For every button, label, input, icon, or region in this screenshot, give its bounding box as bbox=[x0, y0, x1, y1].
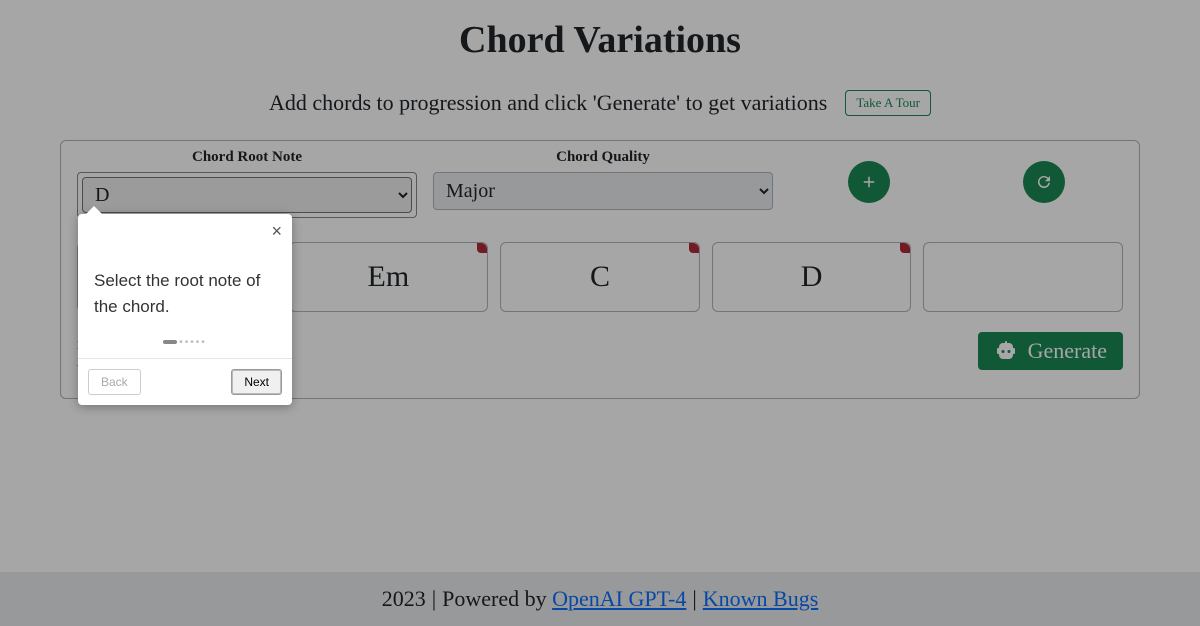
chord-quality-select[interactable]: Major bbox=[433, 172, 773, 210]
chord-slot[interactable]: C bbox=[500, 242, 700, 312]
footer-year: 2023 bbox=[382, 586, 426, 612]
chord-label: C bbox=[590, 260, 610, 294]
chord-slot[interactable]: Em bbox=[289, 242, 489, 312]
tour-text: Select the root note of the chord. bbox=[78, 214, 292, 331]
footer-link-bugs[interactable]: Known Bugs bbox=[703, 586, 819, 612]
generate-label: Generate bbox=[1028, 338, 1107, 364]
refresh-icon bbox=[1035, 173, 1053, 191]
chord-label: Em bbox=[368, 260, 410, 294]
footer: 2023 | Powered by OpenAI GPT-4 | Known B… bbox=[0, 572, 1200, 626]
robot-icon bbox=[994, 339, 1018, 363]
footer-powered: Powered by bbox=[442, 586, 546, 612]
root-note-select-highlight: D bbox=[77, 172, 417, 218]
chord-quality-label: Chord Quality bbox=[556, 149, 650, 166]
footer-link-openai[interactable]: OpenAI GPT-4 bbox=[552, 586, 686, 612]
add-chord-button[interactable] bbox=[848, 161, 890, 203]
remove-chord-button[interactable] bbox=[900, 243, 910, 253]
chord-label: D bbox=[801, 260, 823, 294]
tour-progress-dots: ••••• bbox=[78, 331, 292, 358]
remove-chord-button[interactable] bbox=[689, 243, 699, 253]
tour-back-button[interactable]: Back bbox=[88, 369, 141, 395]
root-note-label: Chord Root Note bbox=[192, 149, 302, 166]
tour-next-button[interactable]: Next bbox=[231, 369, 282, 395]
plus-icon bbox=[860, 173, 878, 191]
chord-slot[interactable] bbox=[923, 242, 1123, 312]
tour-popover: × Select the root note of the chord. •••… bbox=[78, 214, 292, 405]
take-tour-button[interactable]: Take A Tour bbox=[845, 90, 931, 116]
root-note-select[interactable]: D bbox=[82, 177, 412, 213]
tour-close-button[interactable]: × bbox=[271, 222, 282, 240]
generate-button[interactable]: Generate bbox=[978, 332, 1123, 370]
page-subtitle: Add chords to progression and click 'Gen… bbox=[269, 90, 827, 116]
remove-chord-button[interactable] bbox=[477, 243, 487, 253]
chord-slot[interactable]: D bbox=[712, 242, 912, 312]
reset-button[interactable] bbox=[1023, 161, 1065, 203]
page-title: Chord Variations bbox=[60, 18, 1140, 62]
